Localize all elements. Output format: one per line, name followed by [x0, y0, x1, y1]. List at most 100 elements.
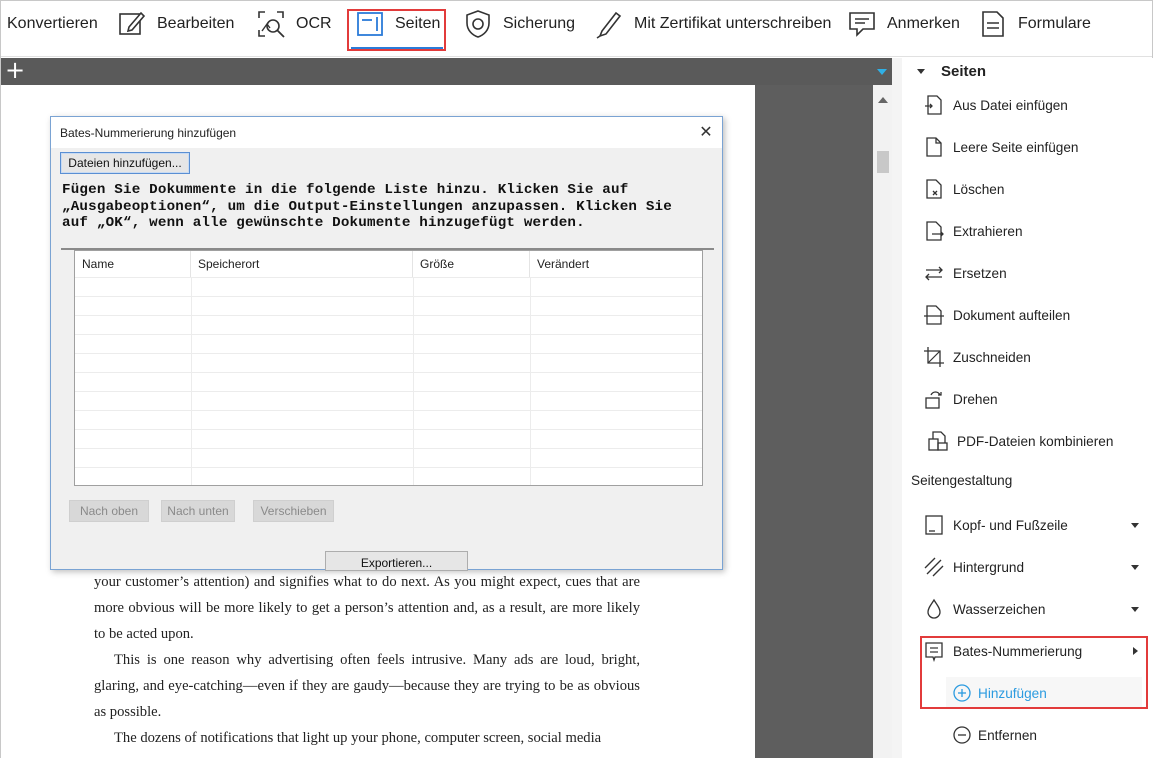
page-body-text: your customer’s attention) and signifies… — [94, 569, 640, 751]
toolbar-sign-label: Mit Zertifikat unterschreiben — [634, 15, 832, 32]
dialog-title: Bates-Nummerierung hinzufügen — [60, 126, 237, 140]
toolbar-security[interactable]: Sicherung — [463, 1, 575, 47]
panel-item-label: Kopf- und Fußzeile — [953, 517, 1068, 533]
move-up-button[interactable]: Nach oben — [69, 500, 149, 522]
file-list-table[interactable]: Name Speicherort Größe Verändert — [74, 250, 703, 486]
panel-item-background[interactable]: Hintergrund — [923, 555, 1024, 579]
panel-item-label: Hintergrund — [953, 559, 1025, 575]
table-column-divider — [530, 277, 531, 485]
blank-page-icon — [926, 137, 942, 157]
table-column-divider — [191, 277, 192, 485]
table-row-divider — [75, 410, 702, 411]
pen-sign-icon — [596, 11, 622, 39]
paragraph: your customer’s attention) and signifies… — [94, 574, 640, 642]
active-tab-indicator — [351, 47, 443, 50]
panel-item-label: Zuschneiden — [953, 349, 1031, 365]
panel-item-header-footer[interactable]: Kopf- und Fußzeile — [923, 513, 1068, 537]
panel-item-crop[interactable]: Zuschneiden — [923, 345, 1031, 369]
table-row-divider — [75, 448, 702, 449]
paragraph: The dozens of notifications that light u… — [114, 730, 602, 746]
paragraph: This is one reason why advertising often… — [94, 652, 640, 720]
toolbar-convert[interactable]: Konvertieren — [7, 1, 98, 47]
move-down-button[interactable]: Nach unten — [161, 500, 235, 522]
panel-item-label: Ersetzen — [953, 265, 1007, 281]
toolbar-pages[interactable]: Seiten — [355, 1, 440, 47]
delete-page-icon — [926, 179, 942, 199]
pages-icon — [357, 12, 383, 36]
form-icon — [982, 11, 1004, 37]
toolbar-pages-label: Seiten — [395, 15, 441, 32]
document-scrollbar[interactable] — [873, 85, 892, 758]
submenu-arrow-icon[interactable] — [1133, 647, 1138, 655]
background-stripes-icon — [924, 557, 944, 577]
column-header-modified[interactable]: Verändert — [530, 251, 702, 277]
toolbar-ocr-label: OCR — [296, 15, 332, 32]
split-document-icon — [924, 305, 944, 325]
dialog-titlebar[interactable]: Bates-Nummerierung hinzufügen ✕ — [51, 117, 722, 148]
scroll-up-arrow-icon[interactable] — [878, 97, 888, 103]
toolbar-forms[interactable]: Formulare — [978, 1, 1091, 47]
table-row-divider — [75, 315, 702, 316]
pages-side-panel: Seiten Aus Datei einfügen Leere Seite ei… — [892, 58, 1153, 758]
submenu-item-label: Entfernen — [978, 727, 1037, 743]
toolbar-sign[interactable]: Mit Zertifikat unterschreiben — [594, 1, 831, 47]
dropdown-arrow-icon[interactable] — [1131, 565, 1139, 570]
shield-icon — [466, 10, 490, 38]
panel-item-label: Dokument aufteilen — [953, 307, 1071, 323]
panel-item-combine[interactable]: PDF-Dateien kombinieren — [927, 429, 1113, 453]
submenu-item-remove[interactable]: Entfernen — [952, 723, 1037, 747]
panel-item-label: Aus Datei einfügen — [953, 97, 1068, 113]
header-footer-icon — [925, 515, 943, 535]
panel-item-watermark[interactable]: Wasserzeichen — [923, 597, 1045, 621]
bates-bookmark-icon — [925, 642, 943, 662]
panel-item-rotate[interactable]: Drehen — [923, 387, 998, 411]
scroll-thumb[interactable] — [877, 151, 889, 173]
table-row-divider — [75, 391, 702, 392]
collapse-caret-icon — [917, 68, 925, 74]
column-header-name[interactable]: Name — [75, 251, 191, 277]
toolbar-edit[interactable]: Bearbeiten — [117, 1, 234, 47]
table-row-divider — [75, 334, 702, 335]
dropdown-arrow-icon[interactable] — [1131, 607, 1139, 612]
page-design-section-title: Seitengestaltung — [911, 473, 1013, 488]
panel-item-bates-numbering[interactable]: Bates-Nummerierung — [923, 639, 1082, 663]
table-row-divider — [75, 467, 702, 468]
plus-circle-icon — [953, 684, 971, 702]
tab-list-chevron-icon[interactable] — [877, 69, 887, 75]
panel-divider — [892, 58, 902, 758]
comment-icon — [849, 12, 875, 37]
insert-from-file-icon — [925, 95, 942, 115]
panel-item-split[interactable]: Dokument aufteilen — [923, 303, 1070, 327]
close-icon[interactable]: ✕ — [695, 122, 717, 142]
panel-item-replace[interactable]: Ersetzen — [923, 261, 1007, 285]
panel-item-extract[interactable]: Extrahieren — [923, 219, 1023, 243]
dialog-instruction-text: Fügen Sie Dokummente in die folgende Lis… — [62, 182, 672, 231]
submenu-item-label: Hinzufügen — [978, 685, 1047, 701]
add-files-button[interactable]: Dateien hinzufügen... — [60, 152, 190, 174]
panel-header[interactable]: Seiten — [917, 60, 986, 82]
panel-item-blank-page[interactable]: Leere Seite einfügen — [923, 135, 1078, 159]
panel-item-label: Extrahieren — [953, 223, 1023, 239]
toolbar-annotate-label: Anmerken — [887, 15, 960, 32]
panel-item-insert-from-file[interactable]: Aus Datei einfügen — [923, 93, 1068, 117]
bates-numbering-dialog: Bates-Nummerierung hinzufügen ✕ Dateien … — [50, 116, 723, 571]
rotate-icon — [925, 391, 942, 409]
toolbar-forms-label: Formulare — [1018, 15, 1091, 32]
panel-item-label: Löschen — [953, 181, 1005, 197]
panel-item-delete[interactable]: Löschen — [923, 177, 1004, 201]
move-button[interactable]: Verschieben — [253, 500, 334, 522]
table-row-divider — [75, 372, 702, 373]
toolbar-ocr[interactable]: OCR — [256, 1, 332, 47]
toolbar-edit-label: Bearbeiten — [157, 15, 235, 32]
column-header-location[interactable]: Speicherort — [191, 251, 413, 277]
column-header-size[interactable]: Größe — [413, 251, 530, 277]
watermark-drop-icon — [927, 598, 941, 619]
combine-files-icon — [928, 431, 948, 451]
dropdown-arrow-icon[interactable] — [1131, 523, 1139, 528]
export-button[interactable]: Exportieren... — [325, 551, 468, 571]
minus-circle-icon — [953, 726, 971, 744]
add-tab-icon[interactable]: + — [5, 57, 25, 84]
submenu-item-add[interactable]: Hinzufügen — [952, 681, 1047, 705]
toolbar-convert-label: Konvertieren — [7, 15, 98, 32]
toolbar-annotate[interactable]: Anmerken — [847, 1, 960, 47]
